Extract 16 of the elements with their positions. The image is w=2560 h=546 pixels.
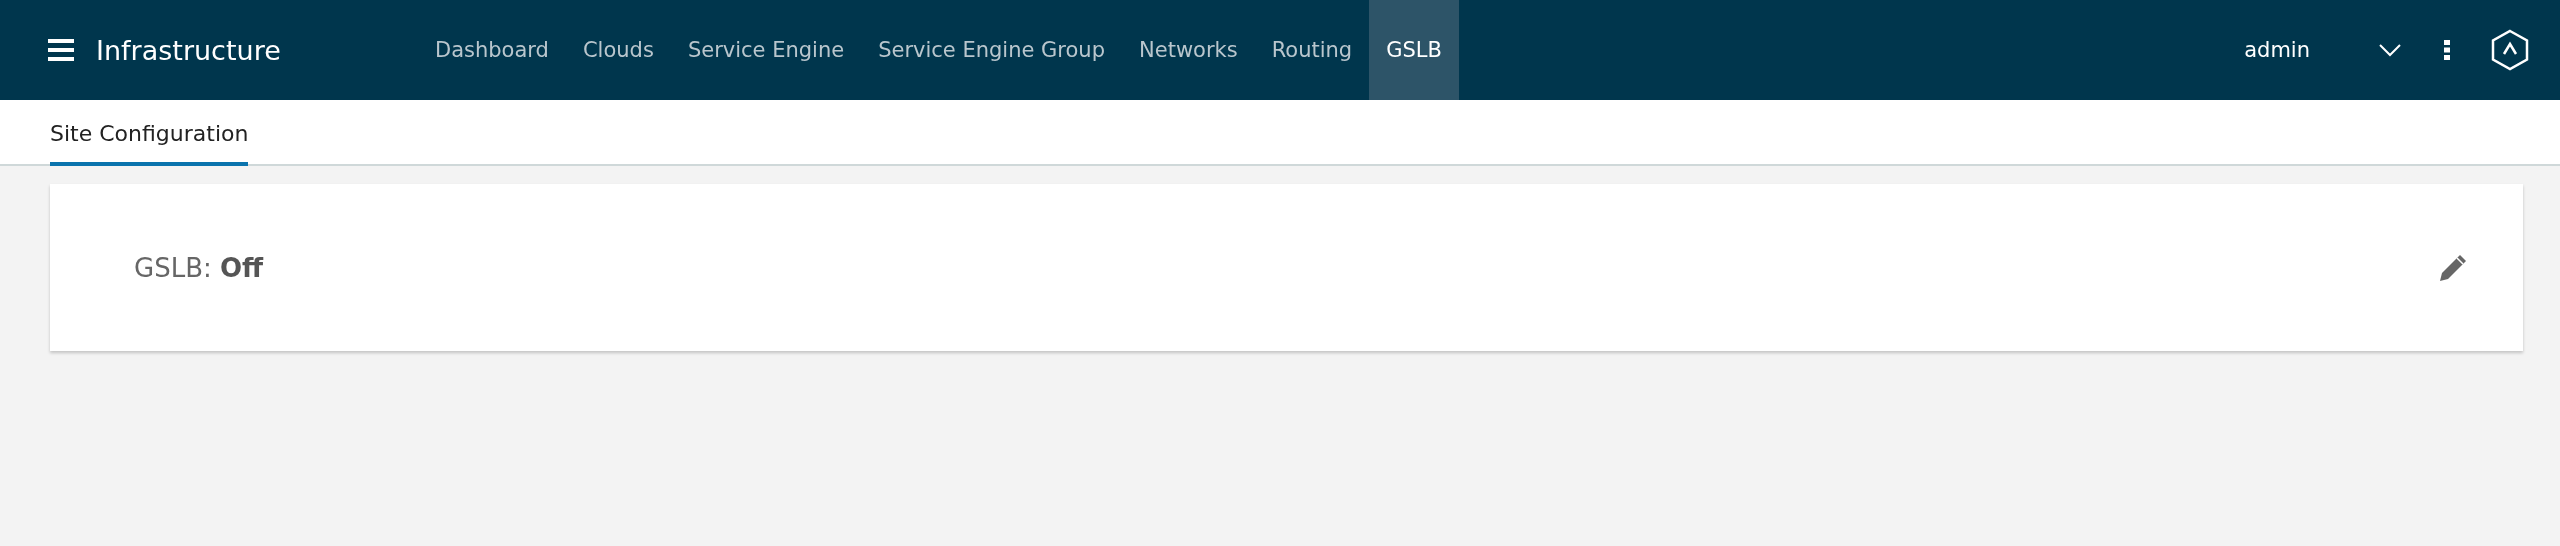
nav-tab[interactable]: Clouds [565, 0, 671, 100]
edit-icon[interactable] [2438, 252, 2468, 283]
chevron-down-icon[interactable] [2378, 43, 2402, 57]
more-icon[interactable] [2444, 40, 2450, 60]
nav-tab[interactable]: Service Engine Group [861, 0, 1122, 100]
nav-tab[interactable]: Dashboard [418, 0, 566, 100]
user-name[interactable]: admin [2244, 38, 2310, 62]
nav-tab[interactable]: Routing [1254, 0, 1370, 100]
menu-icon[interactable] [48, 39, 74, 61]
nav-tab[interactable]: Service Engine [670, 0, 862, 100]
nav-tab[interactable]: Networks [1122, 0, 1255, 100]
hexagon-logo-icon[interactable] [2490, 29, 2530, 71]
nav-tab[interactable]: GSLB [1369, 0, 1459, 100]
app-title: Infrastructure [96, 34, 281, 66]
gslb-status: GSLB: Off [134, 252, 264, 283]
tab[interactable]: Site Configuration [50, 100, 249, 166]
